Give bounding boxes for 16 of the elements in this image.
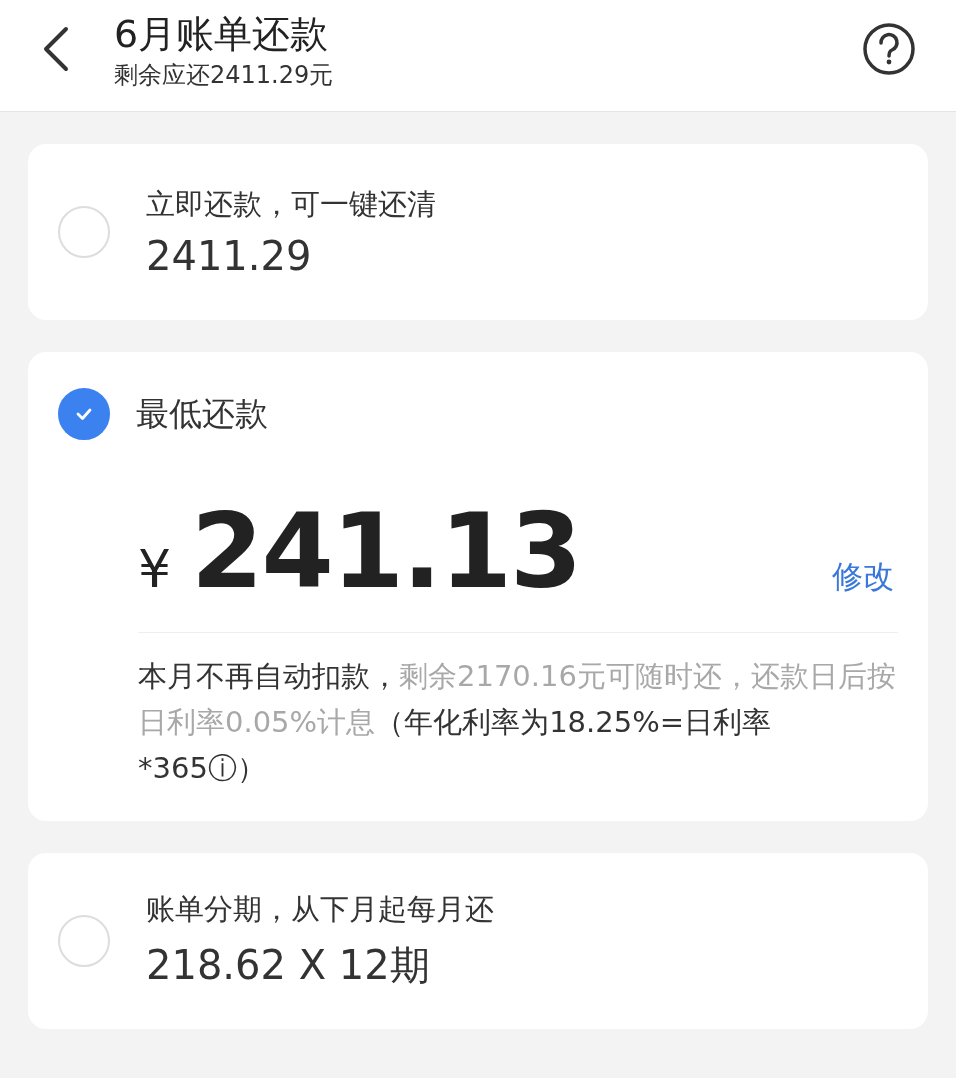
page-title: 6月账单还款 bbox=[114, 10, 330, 58]
option-label: 最低还款 bbox=[136, 392, 268, 435]
option-card[interactable]: 最低还款 ¥ 241.13 修改 本月不再自动扣款，剩余2170.16元可随时还，还款日后按日利率0.05%计息（年化利率为18.25%=日利率*365ⓘ） bbox=[28, 352, 928, 821]
option-label: 立即还款，可一键还清 bbox=[146, 186, 436, 223]
option-amount: 218.62 X 12期 bbox=[146, 940, 431, 990]
currency-symbol: ¥ bbox=[138, 539, 172, 599]
option-card[interactable]: 账单分期，从下月起每月还 218.62 X 12期 bbox=[28, 853, 928, 1029]
option-label: 账单分期，从下月起每月还 bbox=[146, 890, 494, 928]
option-card[interactable]: 立即还款，可一键还清 2411.29 bbox=[28, 144, 928, 320]
payment-amount: 241.13 bbox=[191, 490, 581, 612]
radio-button[interactable] bbox=[58, 388, 110, 440]
repayment-note: 本月不再自动扣款，剩余2170.16元可随时还，还款日后按日利率0.05%计息（年化利率为18.25%=日利率*365ⓘ） bbox=[138, 658, 897, 787]
edit-link[interactable]: 修改 bbox=[832, 556, 894, 598]
option-amount: 2411.29 bbox=[146, 233, 313, 279]
help-icon[interactable] bbox=[862, 21, 916, 76]
remaining-amount: 剩余应还2411.29元 bbox=[114, 59, 335, 91]
